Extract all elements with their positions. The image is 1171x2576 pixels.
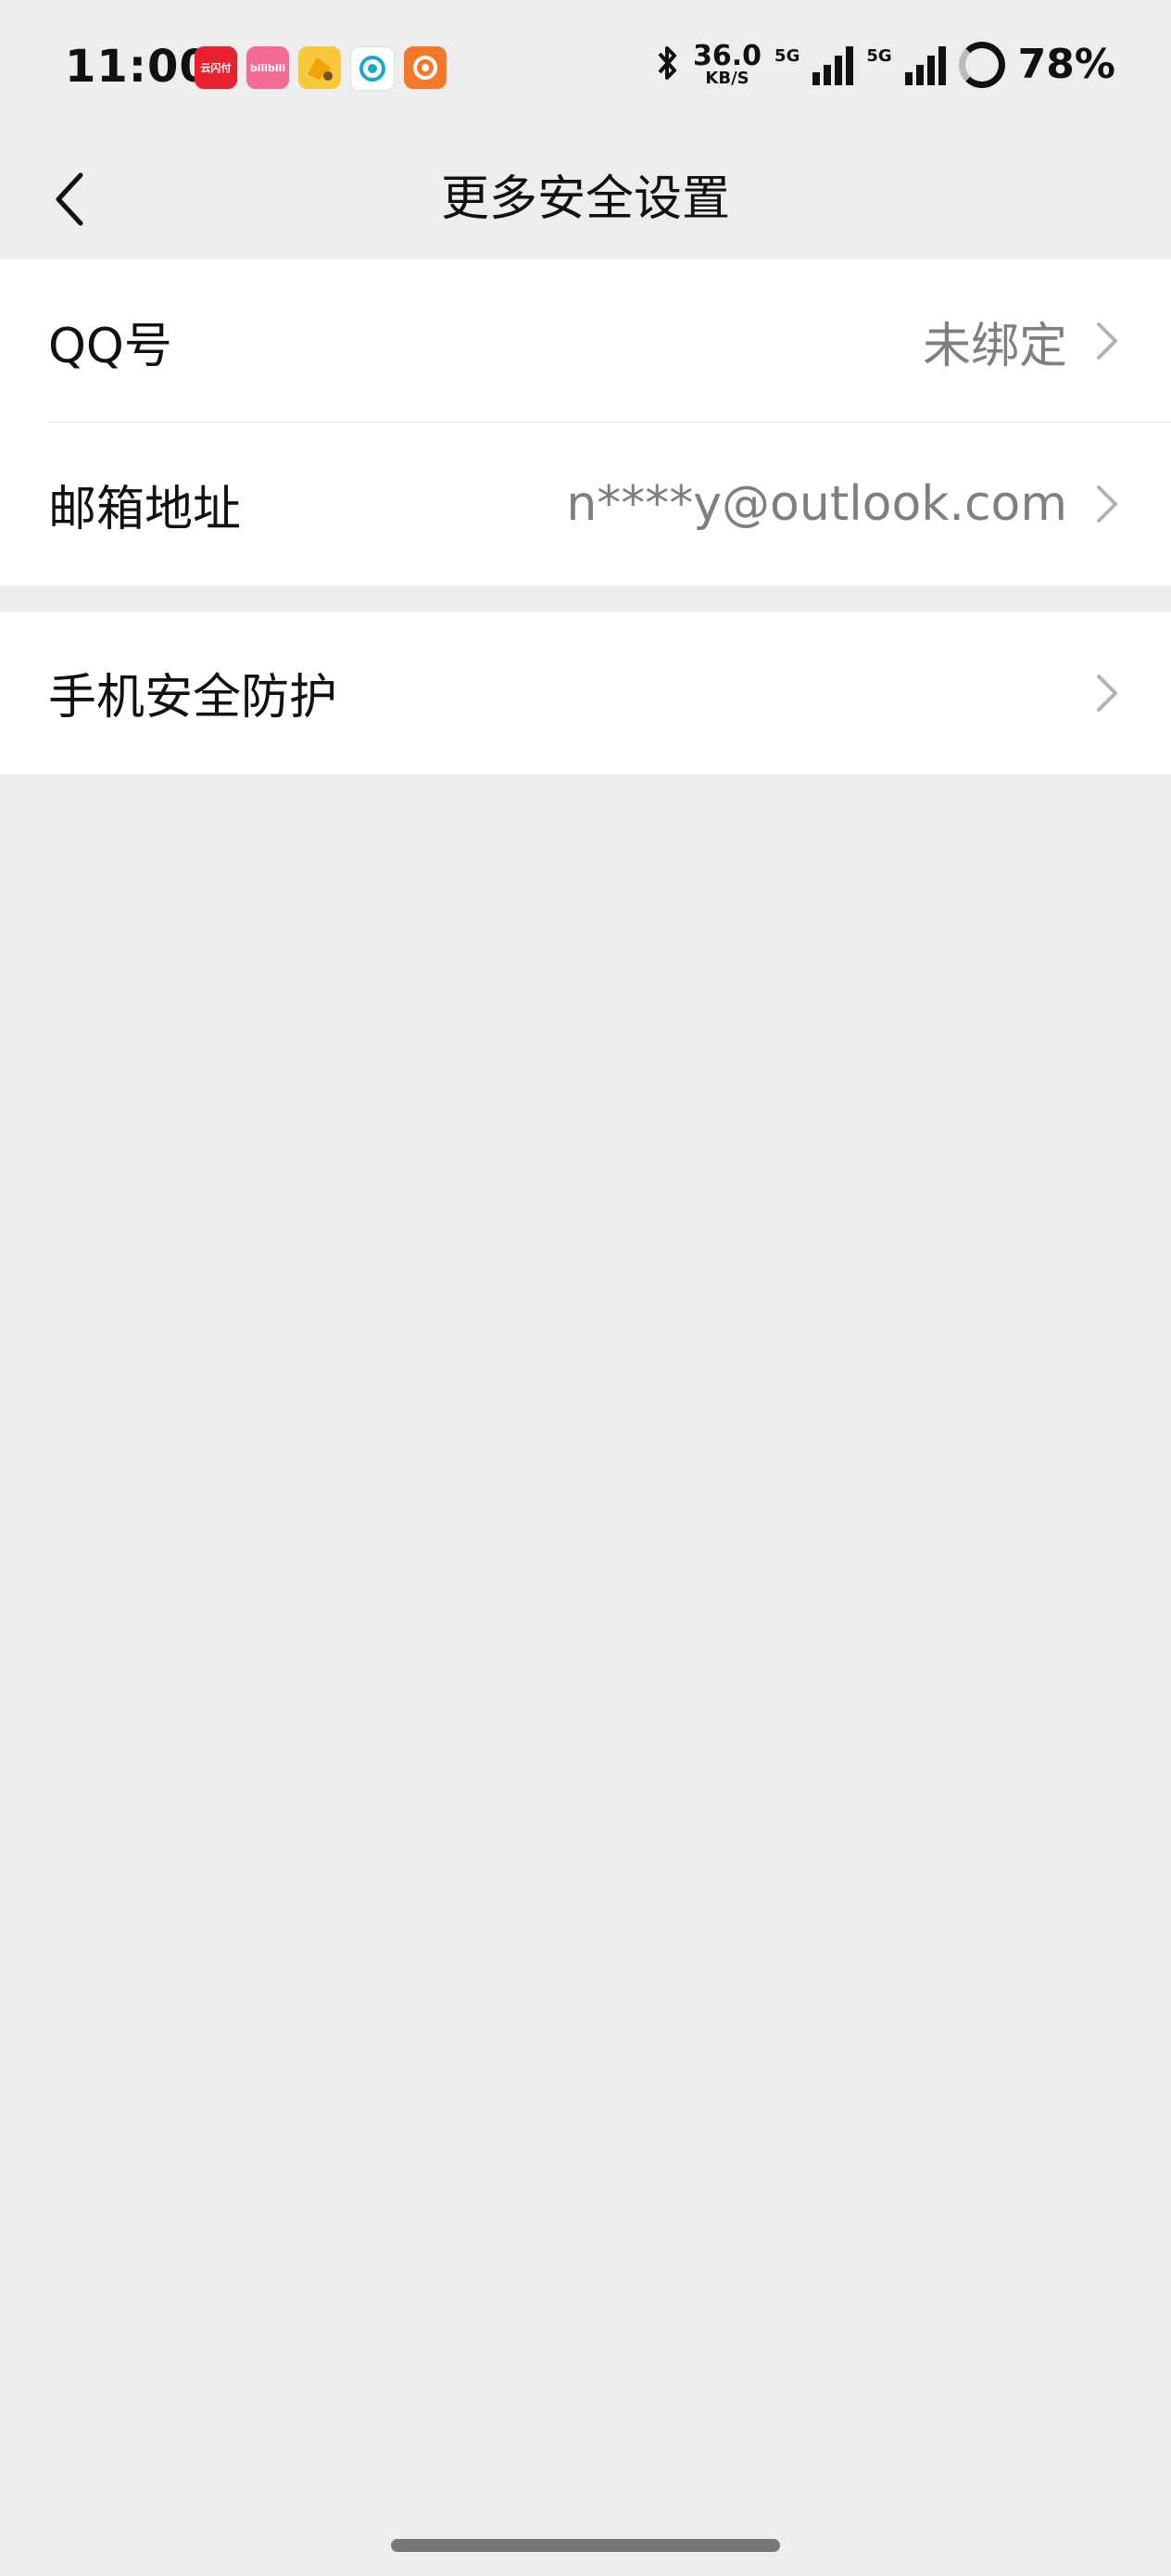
qq-number-label: QQ号 xyxy=(48,318,172,374)
game-app-icon xyxy=(298,46,341,89)
battery-percent: 78% xyxy=(1017,41,1115,88)
chevron-right-icon xyxy=(1091,670,1123,716)
home-indicator[interactable] xyxy=(391,2539,780,2552)
email-address-label: 邮箱地址 xyxy=(48,481,242,537)
qq-number-row[interactable]: QQ号 未绑定 xyxy=(0,259,1171,423)
status-indicators: 36.0 KB/S 5G 5G 78% xyxy=(654,41,1115,88)
phone-security-protection-label: 手机安全防护 xyxy=(48,670,338,726)
status-time: 11:00 xyxy=(65,41,211,93)
network-speed-value: 36.0 xyxy=(693,39,762,72)
phone-security-protection-row[interactable]: 手机安全防护 xyxy=(0,612,1171,774)
settings-group-account-binding: QQ号 未绑定 邮箱地址 n****y@outlook.com xyxy=(0,259,1171,586)
unionpay-app-icon: 云闪付 xyxy=(195,46,237,89)
china-mobile-app-icon xyxy=(350,46,395,91)
bluetooth-icon xyxy=(654,43,680,87)
signal-icon xyxy=(904,44,946,85)
status-bar: 11:00 云闪付 bilibili 36.0 KB/S 5G 5G 78% xyxy=(0,0,1171,139)
settings-group-phone-protection: 手机安全防护 xyxy=(0,612,1171,774)
chevron-right-icon xyxy=(1091,318,1123,364)
signal-icon xyxy=(812,44,854,85)
sim2-network-label: 5G xyxy=(866,46,892,66)
email-address-value: n****y@outlook.com xyxy=(566,476,1067,532)
network-speed: 36.0 KB/S xyxy=(693,39,762,88)
battery-icon xyxy=(958,41,1005,88)
sim1-network-label: 5G xyxy=(774,46,800,66)
bilibili-app-icon: bilibili xyxy=(246,46,289,89)
navigation-bar: 更多安全设置 xyxy=(0,139,1171,259)
page-title: 更多安全设置 xyxy=(440,171,730,227)
notification-app-icons: 云闪付 bilibili xyxy=(195,46,447,91)
network-speed-unit: KB/S xyxy=(705,68,749,88)
chevron-right-icon xyxy=(1091,481,1123,527)
qq-number-value: 未绑定 xyxy=(922,318,1067,374)
orange-app-icon xyxy=(404,46,447,89)
email-address-row[interactable]: 邮箱地址 n****y@outlook.com xyxy=(0,423,1171,586)
